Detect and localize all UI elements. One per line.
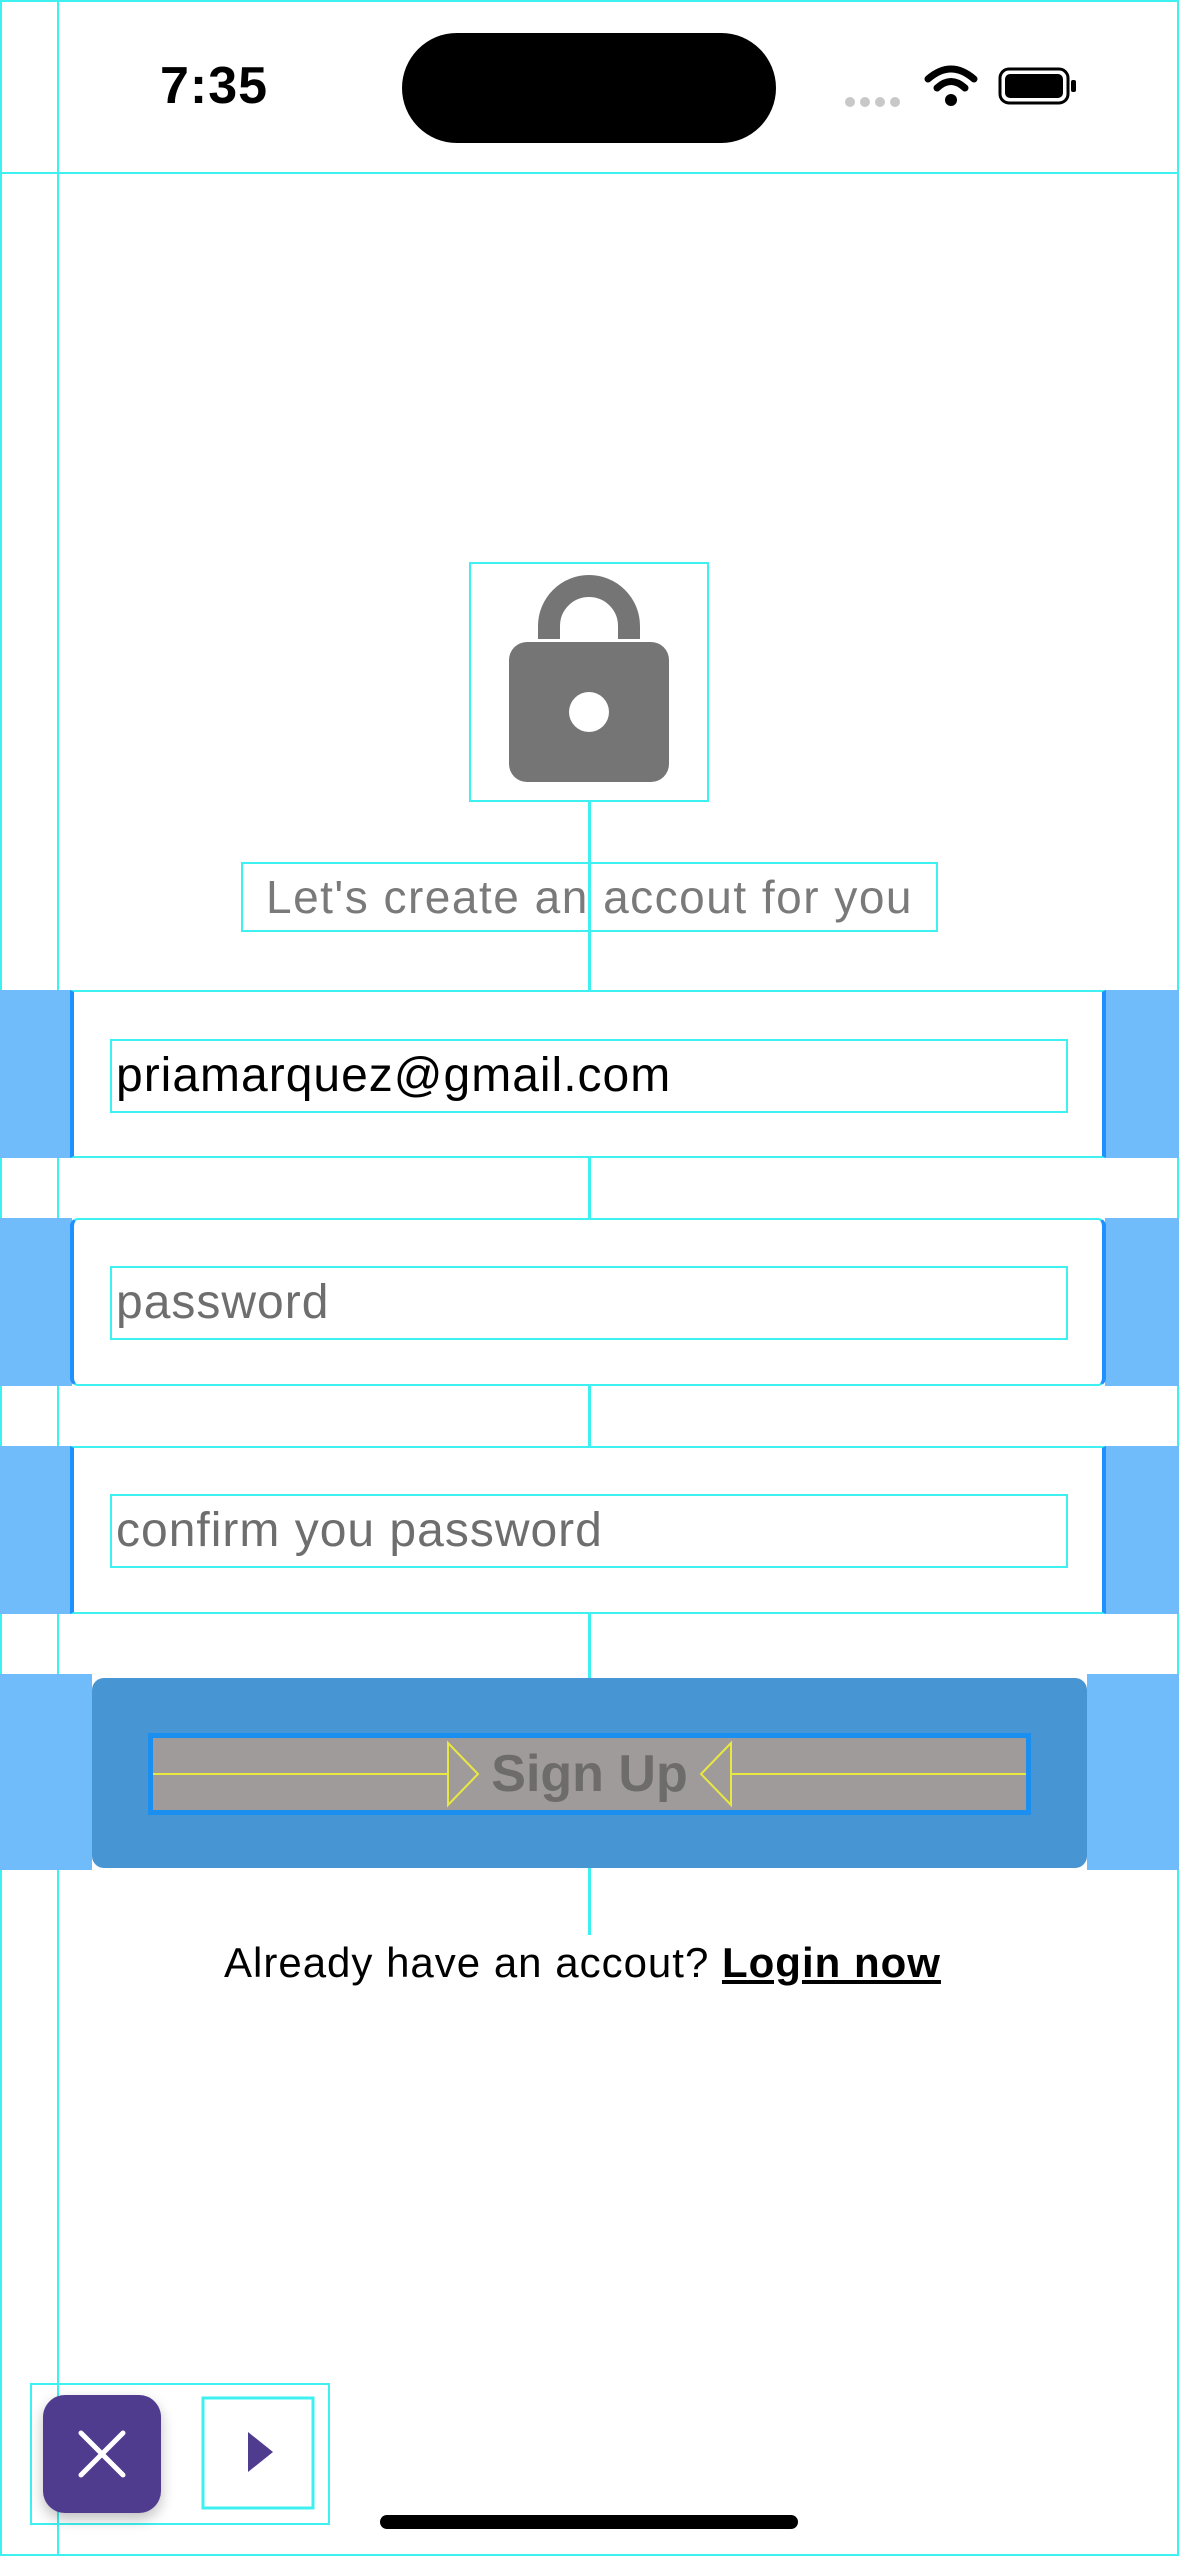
login-now-link[interactable]: Login now [722, 1939, 941, 1986]
debug-guide-top [0, 172, 1179, 174]
password-row-band-right [1105, 1218, 1179, 1386]
login-prompt: Already have an accout? Login now [224, 1935, 954, 1990]
wifi-icon [924, 64, 978, 108]
email-row-band-left [0, 990, 72, 1158]
page-subtitle: Let's create an accout for you [241, 862, 938, 932]
login-prompt-text: Already have an accout? [224, 1939, 710, 1986]
signup-row-band-right [1087, 1674, 1179, 1870]
dynamic-island [402, 33, 776, 143]
cellular-signal-icon [845, 94, 905, 108]
confirm-row-band-right [1105, 1446, 1179, 1614]
signup-button-label: Sign Up [491, 1745, 688, 1803]
status-time: 7:35 [160, 57, 269, 115]
play-icon[interactable] [185, 2380, 330, 2525]
password-row-band-left [0, 1218, 72, 1386]
battery-icon [998, 66, 1078, 106]
password-input[interactable]: password [110, 1266, 1068, 1340]
home-indicator [380, 2515, 798, 2529]
lock-icon [469, 562, 709, 802]
signup-row-band-left [0, 1674, 92, 1870]
email-row-band-right [1105, 990, 1179, 1158]
close-icon[interactable] [43, 2395, 161, 2513]
confirm-password-input[interactable]: confirm you password [110, 1494, 1068, 1568]
email-input[interactable]: priamarquez@gmail.com [110, 1039, 1068, 1113]
confirm-row-band-left [0, 1446, 72, 1614]
